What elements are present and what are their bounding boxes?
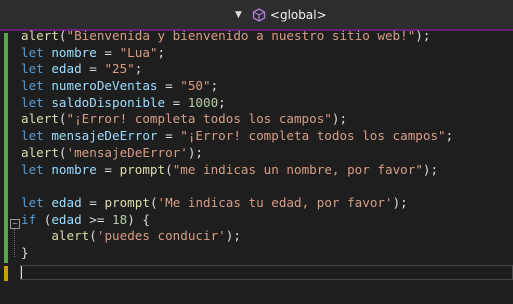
code-token-plain: ) {	[127, 211, 150, 227]
code-token-plain: );	[422, 161, 439, 177]
code-token-plain: =	[157, 128, 181, 144]
code-token-fn: alert	[51, 228, 90, 244]
code-line[interactable]: let nombre = "Lua";	[21, 45, 513, 62]
code-token-var: nombre	[51, 44, 97, 60]
code-token-kw: let	[21, 194, 44, 210]
code-token-plain: =	[157, 78, 181, 94]
code-token-str: 'Me indicas tu edad, por favor'	[157, 194, 393, 210]
code-token-fn: prompt	[104, 194, 150, 210]
code-line[interactable]: if (edad >= 18) {	[21, 212, 513, 229]
code-token-str: "¡Error! completa todos los campos"	[66, 111, 332, 127]
text-cursor	[21, 266, 22, 279]
code-line[interactable]: alert('mensajeDeError');	[21, 145, 513, 162]
code-token-plain: );	[331, 111, 348, 127]
code-token-str: "25"	[104, 61, 135, 77]
scope-label: <global>	[269, 8, 327, 22]
code-line[interactable]: let numeroDeVentas = "50";	[21, 78, 513, 95]
code-token-plain: >=	[81, 211, 113, 227]
code-token-kw: let	[21, 78, 44, 94]
code-line[interactable]: let mensajeDeError = "¡Error! completa t…	[21, 128, 513, 145]
code-token-plain: (	[58, 28, 67, 43]
code-token-plain: );	[225, 228, 241, 244]
code-token-num: 1000	[187, 94, 219, 110]
editor-navigation-bar: ▼ <global>	[0, 0, 513, 31]
code-token-str: "me indicas un nombre, por favor"	[172, 161, 423, 177]
code-token-var: nombre	[51, 161, 97, 177]
code-token-plain: (	[165, 161, 173, 177]
code-token-plain: ;	[445, 128, 454, 144]
code-token-str: "¡Error! completa todos los campos"	[180, 128, 446, 144]
code-token-plain: =	[81, 61, 105, 77]
code-token-plain: =	[96, 44, 120, 60]
code-token-fn: alert	[21, 28, 59, 43]
code-token-var: edad	[51, 194, 82, 210]
code-line[interactable]: let nombre = prompt("me indicas un nombr…	[21, 162, 513, 179]
code-line[interactable]: let edad = "25";	[21, 61, 513, 78]
current-line-highlight	[20, 265, 513, 280]
code-token-plain: ;	[210, 78, 219, 94]
code-editor[interactable]: alert("Bienvenida y bienvenido a nuestro…	[21, 28, 513, 304]
code-token-plain: );	[415, 28, 431, 43]
collapse-toggle-icon[interactable]: −	[10, 219, 20, 229]
code-token-kw: let	[21, 44, 44, 60]
code-token-plain: ;	[157, 44, 166, 60]
code-token-str: "Bienvenida y bienvenido a nuestro sitio…	[66, 28, 416, 43]
code-token-fn: prompt	[119, 161, 166, 177]
scope-dropdown[interactable]: ▼ <global>	[235, 6, 327, 24]
code-line[interactable]: let edad = prompt('Me indicas tu edad, p…	[21, 195, 513, 212]
code-token-plain: =	[81, 194, 105, 210]
namespace-cube-icon	[252, 8, 266, 22]
editor-gutter	[0, 31, 20, 304]
code-token-plain: =	[165, 94, 188, 110]
code-line[interactable]	[21, 178, 513, 195]
code-token-plain: ;	[218, 94, 226, 110]
code-token-fn: alert	[21, 111, 59, 127]
code-line[interactable]: alert("Bienvenida y bienvenido a nuestro…	[21, 28, 513, 45]
code-token-kw: let	[21, 94, 44, 110]
code-token-plain: ;	[134, 61, 143, 77]
chevron-down-icon[interactable]: ▼	[235, 10, 242, 20]
change-indicator-yellow	[4, 266, 8, 281]
code-token-plain: (	[58, 144, 67, 160]
code-token-plain: (	[89, 228, 97, 244]
fold-guide	[14, 229, 16, 257]
code-token-plain: =	[96, 161, 120, 177]
code-token-str: 'puedes conducir'	[96, 228, 226, 244]
code-token-str: "Lua"	[119, 44, 158, 60]
code-token-plain: (	[149, 194, 158, 210]
code-token-kw: if	[21, 211, 37, 227]
code-token-kw: let	[21, 128, 44, 144]
code-token-var: mensajeDeError	[51, 128, 158, 144]
code-token-plain: (	[36, 211, 52, 227]
code-token-fn: alert	[21, 144, 59, 160]
code-token-str: "50"	[180, 78, 211, 94]
code-line[interactable]: alert("¡Error! completa todos los campos…	[21, 111, 513, 128]
code-token-var: numeroDeVentas	[51, 78, 158, 94]
code-token-var: edad	[51, 211, 82, 227]
code-token-var: edad	[51, 61, 82, 77]
code-token-kw: let	[21, 61, 44, 77]
code-line[interactable]: let saldoDisponible = 1000;	[21, 95, 513, 112]
code-token-var: saldoDisponible	[51, 94, 166, 110]
code-token-kw: let	[21, 161, 44, 177]
code-line[interactable]: alert('puedes conducir');	[21, 228, 513, 245]
change-indicator-green	[4, 33, 8, 263]
code-token-plain: );	[187, 144, 204, 160]
code-token-plain: (	[58, 111, 67, 127]
code-token-num: 18	[112, 211, 128, 227]
code-token-plain: }	[21, 244, 29, 260]
code-line[interactable]: }	[21, 245, 513, 262]
code-token-str: 'mensajeDeError'	[66, 144, 188, 160]
code-token-plain: );	[392, 194, 408, 210]
